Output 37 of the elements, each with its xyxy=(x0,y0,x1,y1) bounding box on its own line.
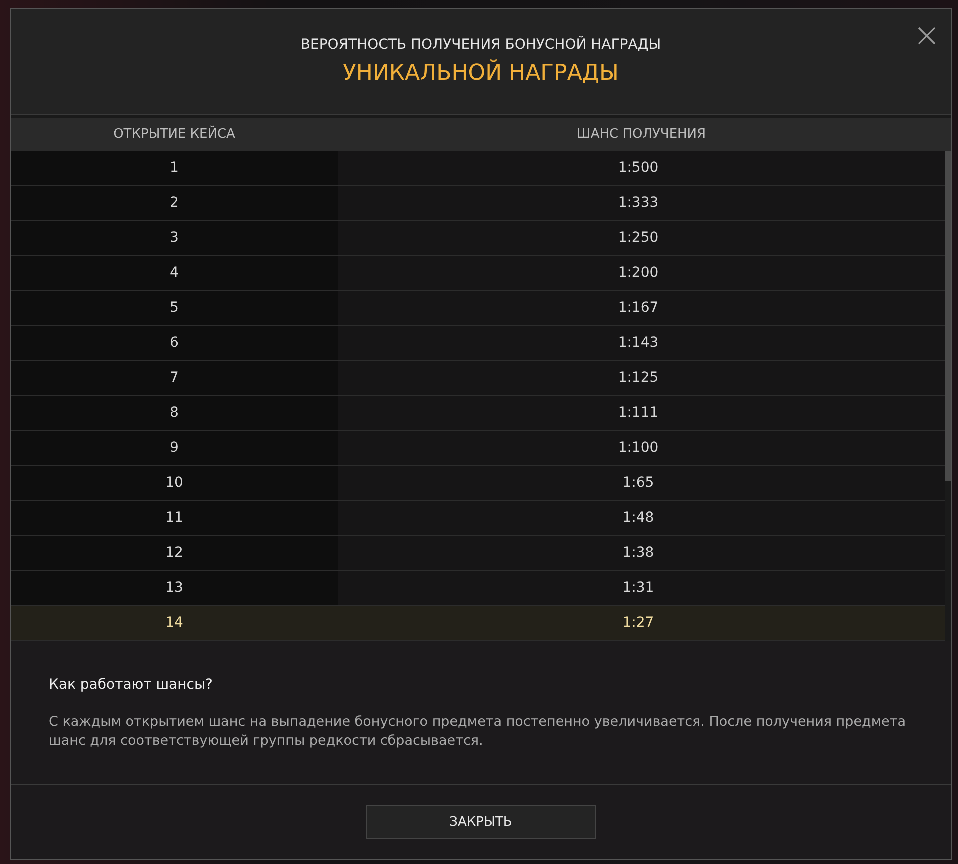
table-cell: 7 xyxy=(170,370,179,386)
column-header: ШАНС ПОЛУЧЕНИЯ xyxy=(576,127,708,142)
scrollbar-thumb[interactable] xyxy=(945,151,951,481)
dialog-title: ВЕРОЯТНОСТЬ ПОЛУЧЕНИЯ БОНУСНОЙ НАГРАДЫ xyxy=(300,37,662,53)
table-cell: 1:200 xyxy=(618,265,659,281)
table-cell: 1:48 xyxy=(622,510,654,526)
table-cell: 1:500 xyxy=(618,160,659,176)
table-cell: 4 xyxy=(170,265,179,281)
table-cell: 1:143 xyxy=(618,335,659,351)
table-cell: 1:38 xyxy=(622,545,654,561)
table-cell: 9 xyxy=(170,440,179,456)
table-cell: 13 xyxy=(166,580,184,596)
column-header: ОТКРЫТИЕ КЕЙСА xyxy=(112,127,236,142)
table-cell: 1 xyxy=(170,160,179,176)
table-cell: 1:250 xyxy=(618,230,659,246)
table-cell: 12 xyxy=(166,545,184,561)
table-cell: 1:111 xyxy=(618,405,659,421)
table-cell: 1:125 xyxy=(618,370,659,386)
table-cell: 1:333 xyxy=(618,195,659,211)
table-cell: 1:27 xyxy=(622,615,654,631)
table-cell: 3 xyxy=(170,230,179,246)
table-cell: 8 xyxy=(170,405,179,421)
table-cell: 11 xyxy=(166,510,184,526)
close-button[interactable]: ЗАКРЫТЬ xyxy=(366,805,596,839)
table-cell: 10 xyxy=(166,475,184,491)
info-text: С каждым открытием шанс на выпадение бонусного предмета постепенно увеличивается. После получения предмета шанс для соответствующей группы редкости сбрасывается. xyxy=(49,713,907,751)
close-icon[interactable] xyxy=(917,26,937,46)
table-cell: 2 xyxy=(170,195,179,211)
table-cell: 14 xyxy=(166,615,184,631)
table-cell: 1:65 xyxy=(622,475,654,491)
info-heading: Как работают шансы? xyxy=(49,677,214,693)
table-cell: 5 xyxy=(170,300,179,316)
table-cell: 6 xyxy=(170,335,179,351)
dialog-subtitle: УНИКАЛЬНОЙ НАГРАДЫ xyxy=(343,61,619,86)
table-cell: 1:167 xyxy=(618,300,659,316)
table-cell: 1:100 xyxy=(618,440,659,456)
table-cell: 1:31 xyxy=(622,580,654,596)
